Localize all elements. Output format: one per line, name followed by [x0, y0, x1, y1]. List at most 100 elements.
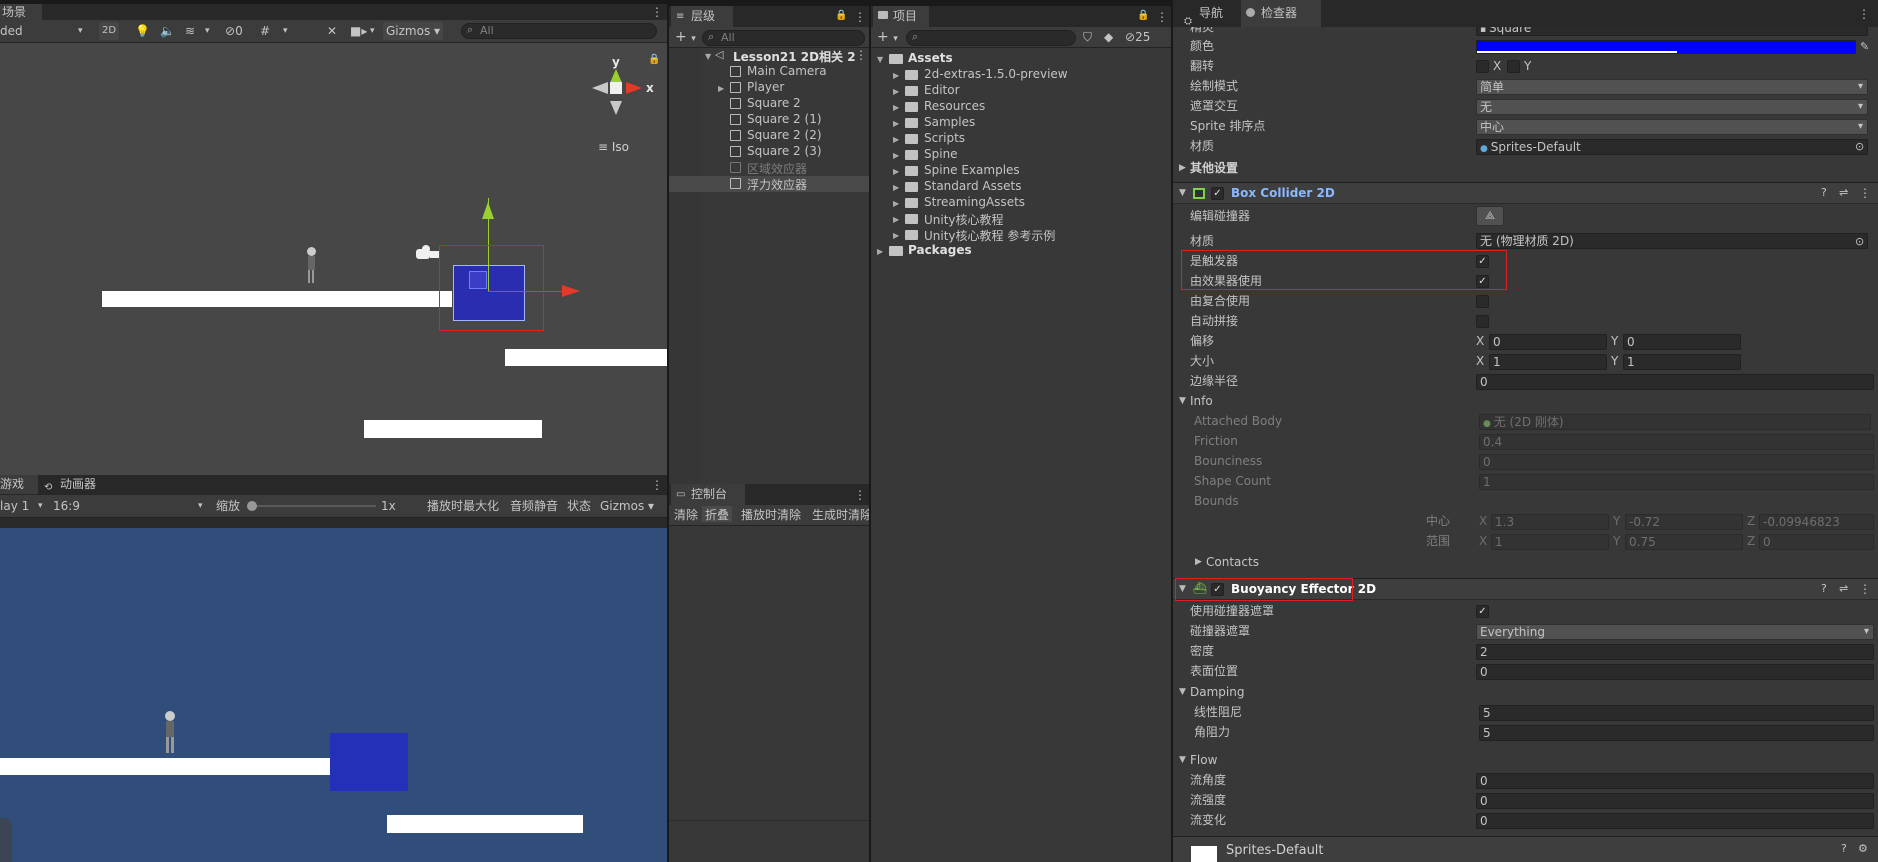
camera-chevron-icon[interactable]: ▾ — [370, 23, 375, 39]
tab-project[interactable]: 项目 — [873, 6, 929, 27]
collider-mask-dropdown[interactable]: Everything — [1476, 624, 1874, 640]
buoyancy-preset-icon[interactable]: ⇌ — [1839, 582, 1848, 595]
hierarchy-item[interactable]: Square 2 (3) — [669, 144, 869, 160]
collider-material-field[interactable]: 无 (物理材质 2D) — [1476, 233, 1868, 249]
hierarchy-menu-icon[interactable]: ⋮ — [854, 11, 866, 23]
offset-x-field[interactable]: 0 — [1489, 334, 1607, 350]
project-folder-item[interactable]: ▶ Editor — [871, 83, 1171, 99]
inspector-top-menu-icon[interactable]: ⋮ — [1858, 8, 1870, 20]
game-gizmos-dropdown[interactable]: Gizmos ▾ — [600, 498, 654, 514]
expand-icon[interactable]: ▶ — [893, 119, 899, 128]
mute-audio-button[interactable]: 音频静音 — [510, 498, 558, 514]
flip-y-checkbox[interactable] — [1507, 60, 1520, 73]
info-label[interactable]: Info — [1190, 393, 1213, 410]
console-collapse-button[interactable]: 折叠 — [702, 506, 733, 522]
sort-point-dropdown[interactable]: 中心 — [1476, 119, 1868, 135]
scene-search-input[interactable]: All — [461, 23, 657, 39]
search-by-type-icon[interactable]: ⛉ — [1083, 29, 1092, 45]
expand-icon[interactable]: ▶ — [893, 151, 899, 160]
flow-variation-field[interactable]: 0 — [1476, 813, 1874, 829]
size-x-field[interactable]: 1 — [1489, 354, 1607, 370]
iso-label[interactable]: ≡ Iso — [598, 140, 629, 154]
console-clear-button[interactable]: 清除 — [674, 507, 698, 523]
hierarchy-item[interactable]: Square 2 (2) — [669, 128, 869, 144]
packages-row[interactable]: ▶ Packages — [871, 243, 1171, 259]
project-folder-item[interactable]: ▶ Spine — [871, 147, 1171, 163]
offset-y-field[interactable]: 0 — [1623, 334, 1741, 350]
sprite-material-field[interactable]: ● Sprites-Default — [1476, 139, 1868, 155]
auto-tiling-checkbox[interactable] — [1476, 315, 1489, 328]
aspect-dropdown[interactable]: 16:9 — [53, 498, 80, 514]
use-collider-mask-checkbox[interactable]: ✓ — [1476, 605, 1489, 618]
console-clear-on-play-button[interactable]: 播放时清除 — [741, 507, 801, 523]
expand-icon[interactable]: ▶ — [893, 87, 899, 96]
flow-fold-icon[interactable]: ▼ — [1179, 752, 1186, 769]
expand-icon[interactable]: ▶ — [893, 215, 899, 224]
expand-icon[interactable]: ▶ — [893, 167, 899, 176]
collider-material-picker-icon[interactable]: ⊙ — [1855, 233, 1864, 250]
flow-label[interactable]: Flow — [1190, 752, 1217, 769]
project-folder-item[interactable]: ▶ Samples — [871, 115, 1171, 131]
project-folder-item[interactable]: ▶ Unity核心教程 — [871, 211, 1171, 227]
console-menu-icon[interactable]: ⋮ — [854, 489, 866, 501]
linear-drag-field[interactable]: 5 — [1479, 705, 1874, 721]
display-dropdown[interactable]: lay 1 — [0, 498, 29, 514]
project-add-button[interactable]: + ▾ — [877, 29, 898, 45]
move-x-arrow-icon[interactable] — [562, 285, 580, 297]
game-view[interactable] — [0, 528, 667, 862]
hierarchy-item[interactable]: Main Camera — [669, 64, 869, 80]
orientation-gizmo[interactable]: y x 🔒 — [590, 54, 660, 130]
flip-x-checkbox[interactable] — [1476, 60, 1489, 73]
expand-icon[interactable]: ▶ — [893, 135, 899, 144]
tools-icon[interactable]: ✕ — [327, 23, 337, 39]
material-picker-icon[interactable]: ⊙ — [1855, 138, 1864, 155]
tab-inspector-top[interactable]: 检查器 — [1241, 0, 1321, 27]
scene-menu-icon[interactable]: ⋮ — [651, 6, 663, 18]
camera-icon[interactable]: ■▸ — [350, 23, 367, 39]
flow-angle-field[interactable]: 0 — [1476, 773, 1874, 789]
contacts-fold-icon[interactable]: ▶ — [1195, 554, 1202, 571]
box-collider-enabled-checkbox[interactable]: ✓ — [1211, 187, 1224, 200]
expand-icon[interactable]: ▶ — [893, 103, 899, 112]
buoyancy-menu-icon[interactable]: ⋮ — [1859, 582, 1871, 596]
box-collider-fold-icon[interactable]: ▼ — [1179, 188, 1186, 198]
edit-collider-button[interactable]: ⟁ — [1476, 206, 1504, 226]
eyedropper-icon[interactable]: ✎ — [1860, 38, 1869, 55]
tab-scene[interactable]: 场景 — [0, 4, 42, 20]
material-footer[interactable]: Sprites-Default ? ⚙ — [1173, 836, 1878, 862]
splitter-1[interactable] — [667, 0, 669, 862]
stats-button[interactable]: 状态 — [567, 498, 591, 514]
mask-interaction-dropdown[interactable]: 无 — [1476, 99, 1868, 115]
hierarchy-lock-icon[interactable]: 🔒 — [835, 10, 847, 22]
grid-icon[interactable]: # — [260, 23, 270, 39]
scale-slider-thumb[interactable] — [247, 501, 257, 511]
scale-slider-track[interactable] — [250, 505, 376, 507]
buoyancy-help-icon[interactable]: ? — [1821, 582, 1827, 595]
hierarchy-search-input[interactable]: All — [702, 30, 865, 46]
toggle-2d-button[interactable]: 2D — [99, 22, 120, 40]
tab-console[interactable]: ▭ 控制台 — [671, 484, 745, 505]
search-by-label-icon[interactable]: ◆ — [1104, 29, 1113, 45]
expand-icon[interactable]: ▶ — [893, 199, 899, 208]
project-folder-item[interactable]: ▶ Spine Examples — [871, 163, 1171, 179]
box-collider-header[interactable]: ▼ ✓ Box Collider 2D ? ⇌ ⋮ — [1173, 182, 1878, 204]
expand-icon[interactable]: ▶ — [893, 71, 899, 80]
box-collider-preset-icon[interactable]: ⇌ — [1839, 186, 1848, 199]
size-y-field[interactable]: 1 — [1623, 354, 1741, 370]
hierarchy-item[interactable]: Square 2 — [669, 96, 869, 112]
splitter-2[interactable] — [869, 0, 871, 862]
player-sprite[interactable] — [306, 247, 316, 284]
color-swatch[interactable] — [1476, 40, 1856, 54]
density-field[interactable]: 2 — [1476, 644, 1874, 660]
move-y-arrow-icon[interactable] — [482, 202, 494, 219]
grid-chevron-icon[interactable]: ▾ — [283, 23, 288, 39]
hierarchy-item[interactable]: ▶ Player — [669, 80, 869, 96]
scene-menu-icon[interactable]: ⋮ — [855, 48, 867, 62]
surface-level-field[interactable]: 0 — [1476, 664, 1874, 680]
project-folder-item[interactable]: ▶ Scripts — [871, 131, 1171, 147]
angular-drag-field[interactable]: 5 — [1479, 725, 1874, 741]
visibility-icon[interactable]: ⊘0 — [225, 23, 243, 39]
project-search-input[interactable] — [906, 30, 1076, 46]
draw-mode-dropdown[interactable]: 简单 — [1476, 79, 1868, 95]
project-folder-item[interactable]: ▶ StreamingAssets — [871, 195, 1171, 211]
